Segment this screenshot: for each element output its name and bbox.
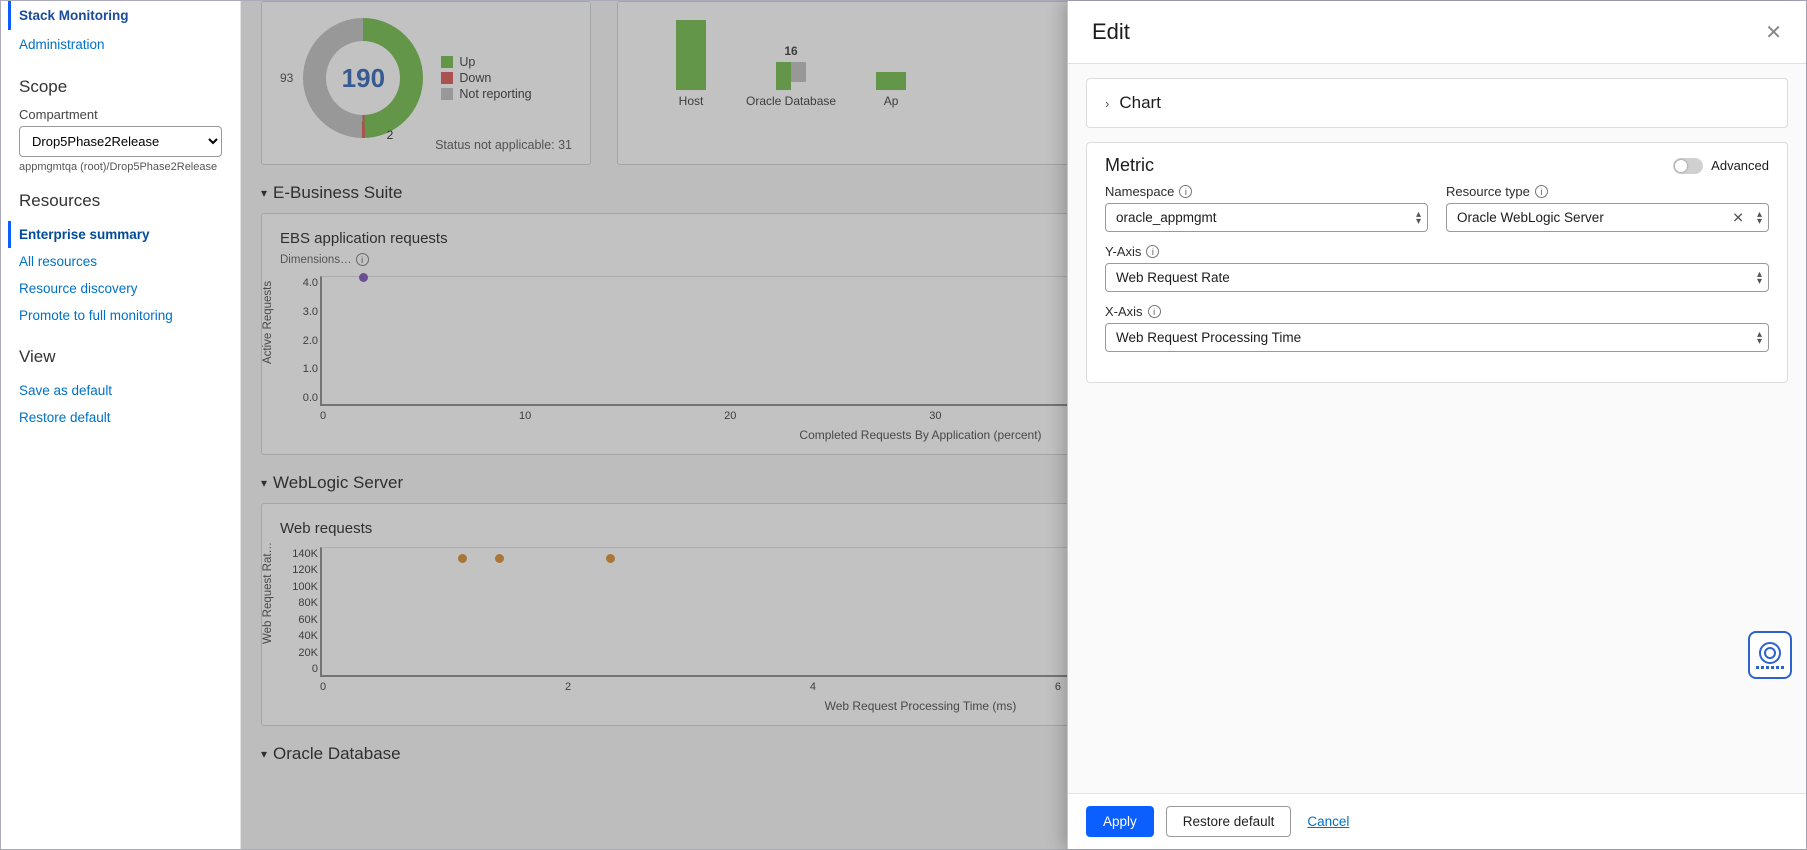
scope-header: Scope bbox=[19, 77, 222, 97]
bar-db-value: 16 bbox=[784, 44, 797, 58]
drag-handle-icon bbox=[1756, 666, 1784, 669]
web-point-3[interactable] bbox=[606, 554, 615, 563]
status-legend: Up Down Not reporting bbox=[441, 53, 531, 103]
web-point-1[interactable] bbox=[458, 554, 467, 563]
view-header: View bbox=[19, 347, 222, 367]
info-icon[interactable]: i bbox=[1535, 185, 1548, 198]
info-icon[interactable]: i bbox=[1148, 305, 1161, 318]
updown-icon: ▴▾ bbox=[1416, 211, 1421, 225]
clear-icon[interactable]: ✕ bbox=[1732, 209, 1744, 226]
legend-notreporting-icon bbox=[441, 88, 453, 100]
legend-up-icon bbox=[441, 56, 453, 68]
web-y-axis-label: Web Request Rat… bbox=[262, 542, 274, 644]
resource-type-select[interactable]: Oracle WebLogic Server ✕ ▴▾ bbox=[1446, 203, 1769, 232]
info-icon[interactable]: i bbox=[1179, 185, 1192, 198]
status-not-applicable: Status not applicable: 31 bbox=[280, 138, 572, 152]
apply-button[interactable]: Apply bbox=[1086, 806, 1154, 837]
link-enterprise-summary[interactable]: Enterprise summary bbox=[8, 221, 222, 248]
resource-type-label: Resource type bbox=[1446, 184, 1530, 199]
restore-default-button[interactable]: Restore default bbox=[1166, 806, 1292, 837]
ebs-point[interactable] bbox=[359, 273, 368, 282]
status-donut-card: 93 190 2 Up Down Not reporting bbox=[261, 1, 591, 165]
namespace-label: Namespace bbox=[1105, 184, 1174, 199]
advanced-toggle[interactable] bbox=[1673, 158, 1703, 174]
bar-ap-label: Ap bbox=[884, 94, 899, 108]
link-save-default[interactable]: Save as default bbox=[19, 377, 222, 404]
bar-host-label: Host bbox=[679, 94, 704, 108]
x-axis-select[interactable]: Web Request Processing Time ▴▾ bbox=[1105, 323, 1769, 352]
ebs-dim-label: Dimensions… bbox=[280, 254, 352, 266]
chevron-down-icon: ▾ bbox=[261, 476, 267, 490]
link-promote-monitoring[interactable]: Promote to full monitoring bbox=[19, 302, 222, 329]
link-all-resources[interactable]: All resources bbox=[19, 248, 222, 275]
drawer-title: Edit bbox=[1092, 19, 1130, 45]
updown-icon: ▴▾ bbox=[1757, 211, 1762, 225]
compartment-label: Compartment bbox=[19, 107, 222, 122]
status-donut[interactable]: 190 bbox=[303, 18, 423, 138]
legend-down-icon bbox=[441, 72, 453, 84]
close-icon[interactable]: ✕ bbox=[1765, 20, 1782, 45]
advanced-label: Advanced bbox=[1711, 158, 1769, 173]
legend-up-label: Up bbox=[459, 55, 475, 69]
bar-db-nr[interactable] bbox=[791, 62, 806, 82]
bar-ap[interactable] bbox=[876, 72, 906, 90]
section-odb-label: Oracle Database bbox=[273, 744, 401, 764]
donut-bottom-value: 2 bbox=[387, 128, 394, 142]
bar-db-label: Oracle Database bbox=[746, 94, 836, 108]
y-axis-value: Web Request Rate bbox=[1116, 270, 1230, 285]
edit-drawer: Edit ✕ › Chart Metric Advanced bbox=[1067, 1, 1806, 849]
metric-panel-label: Metric bbox=[1105, 155, 1154, 176]
info-icon[interactable]: i bbox=[356, 253, 369, 266]
chart-panel: › Chart bbox=[1086, 78, 1788, 128]
bar-host[interactable] bbox=[676, 20, 706, 90]
sidebar: Stack Monitoring Administration Scope Co… bbox=[1, 1, 241, 849]
help-fab[interactable] bbox=[1748, 631, 1792, 679]
legend-notreporting-label: Not reporting bbox=[459, 87, 531, 101]
section-ebs-label: E-Business Suite bbox=[273, 183, 402, 203]
y-axis-select[interactable]: Web Request Rate ▴▾ bbox=[1105, 263, 1769, 292]
ebs-y-axis-label: Active Requests bbox=[262, 281, 274, 364]
link-restore-default[interactable]: Restore default bbox=[19, 404, 222, 431]
nav-administration[interactable]: Administration bbox=[19, 30, 222, 59]
chevron-down-icon: ▾ bbox=[261, 747, 267, 761]
updown-icon: ▴▾ bbox=[1757, 271, 1762, 285]
bar-db-up[interactable] bbox=[776, 62, 791, 90]
compartment-path: appmgmtqa (root)/Drop5Phase2Release bbox=[19, 161, 222, 173]
donut-center-value: 190 bbox=[342, 63, 385, 94]
legend-down-label: Down bbox=[459, 71, 491, 85]
chevron-right-icon: › bbox=[1105, 96, 1109, 111]
chart-panel-toggle[interactable]: › Chart bbox=[1087, 79, 1787, 127]
updown-icon: ▴▾ bbox=[1757, 331, 1762, 345]
chevron-down-icon: ▾ bbox=[261, 186, 267, 200]
x-axis-value: Web Request Processing Time bbox=[1116, 330, 1301, 345]
section-wls-label: WebLogic Server bbox=[273, 473, 403, 493]
chart-panel-label: Chart bbox=[1119, 93, 1161, 113]
info-icon[interactable]: i bbox=[1146, 245, 1159, 258]
metric-panel: Metric Advanced Namespace i oracle_appmgm… bbox=[1086, 142, 1788, 383]
web-point-2[interactable] bbox=[495, 554, 504, 563]
namespace-select[interactable]: oracle_appmgmt ▴▾ bbox=[1105, 203, 1428, 232]
y-axis-label: Y-Axis bbox=[1105, 244, 1141, 259]
namespace-value: oracle_appmgmt bbox=[1116, 210, 1217, 225]
resources-header: Resources bbox=[19, 191, 222, 211]
lifebuoy-icon bbox=[1759, 642, 1781, 664]
link-resource-discovery[interactable]: Resource discovery bbox=[19, 275, 222, 302]
cancel-button[interactable]: Cancel bbox=[1303, 807, 1353, 836]
nav-stack-monitoring[interactable]: Stack Monitoring bbox=[8, 1, 222, 30]
compartment-select[interactable]: Drop5Phase2Release bbox=[19, 126, 222, 157]
x-axis-label: X-Axis bbox=[1105, 304, 1143, 319]
donut-left-value: 93 bbox=[280, 71, 293, 85]
resource-type-value: Oracle WebLogic Server bbox=[1457, 210, 1604, 225]
